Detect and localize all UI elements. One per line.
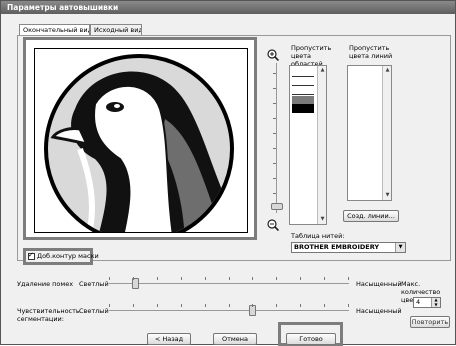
slider-tick (109, 277, 110, 280)
segmentation-sensitivity-slider[interactable] (109, 304, 349, 316)
slider-tick (229, 277, 230, 280)
slider-tick (133, 304, 134, 307)
slider-tick (252, 277, 253, 280)
slider-tick (181, 304, 182, 307)
checkbox-check-icon[interactable] (28, 250, 35, 261)
slider-tick (276, 277, 277, 280)
spin-arrows-icon[interactable]: ▲ ▼ (431, 297, 440, 307)
preview-image (34, 48, 248, 233)
thread-table-label: Таблица нитей: (291, 232, 345, 240)
slider-tick (324, 304, 325, 307)
slider-tick (205, 277, 206, 280)
slider-tick (229, 304, 230, 307)
slider-tick (348, 304, 349, 307)
skip-lines-label: Пропустить цвета линий (349, 44, 393, 60)
window-title: Параметры автовышивки (1, 1, 455, 14)
list-item[interactable] (292, 96, 314, 104)
noise-removal-label: Удаление помех (17, 280, 74, 288)
zoom-out-icon[interactable] (267, 219, 279, 231)
slider-tick (300, 304, 301, 307)
slider-tick (276, 304, 277, 307)
done-button[interactable]: Готово (286, 333, 336, 345)
slider-tick (205, 304, 206, 307)
scroll-down-icon[interactable]: ▼ (319, 216, 326, 223)
list-item[interactable] (292, 87, 314, 95)
zoom-slider[interactable] (270, 63, 284, 213)
retry-button[interactable]: Повторить (410, 316, 450, 328)
slider-tick (348, 277, 349, 280)
preview-highlight-frame (23, 37, 257, 240)
list-item[interactable] (292, 69, 314, 77)
mask-outline-checkbox[interactable]: Доб.контур маски (23, 248, 99, 265)
scroll-up-icon[interactable]: ▲ (319, 67, 326, 74)
max-colors-spinner[interactable]: 4 ▲ ▼ (413, 297, 441, 308)
penguin-image (44, 54, 234, 232)
back-button[interactable]: < Назад (147, 333, 191, 345)
zoom-slider-thumb[interactable] (271, 203, 283, 210)
area-colors-list[interactable]: ▲ ▼ (289, 65, 327, 225)
list-item[interactable] (292, 78, 314, 86)
slider-tick (300, 277, 301, 280)
sensitivity-min-label: Светлый (79, 307, 109, 315)
thread-table-value: BROTHER EMBROIDERY (294, 243, 380, 251)
chevron-down-icon[interactable]: ▼ (395, 243, 405, 252)
sensitivity-max-label: Насыщенный (356, 307, 402, 315)
noise-max-label: Насыщенный (356, 280, 402, 288)
mask-outline-label: Доб.контур маски (37, 252, 99, 260)
area-colors-scrollbar[interactable]: ▲ ▼ (317, 66, 326, 224)
sensitivity-label: Чувствительность сегментации: (17, 307, 80, 323)
line-colors-list[interactable]: ▲ ▼ (347, 65, 392, 201)
cancel-button[interactable]: Отмена (213, 333, 257, 345)
slider-tick (109, 304, 110, 307)
zoom-in-icon[interactable] (267, 49, 279, 61)
slider-tick (157, 304, 158, 307)
max-colors-value: 4 (416, 298, 421, 306)
slider-tick (252, 304, 253, 307)
line-colors-scrollbar[interactable]: ▲ ▼ (382, 66, 391, 200)
thread-table-select[interactable]: BROTHER EMBROIDERY ▼ (291, 242, 406, 253)
scroll-up-icon[interactable]: ▲ (384, 67, 391, 74)
slider-tick (133, 277, 134, 280)
scroll-down-icon[interactable]: ▼ (384, 192, 391, 199)
auto-punch-dialog: Параметры автовышивки Окончательный вид … (0, 0, 456, 346)
create-lines-button[interactable]: Созд. линии... (343, 210, 399, 222)
noise-removal-slider[interactable] (109, 277, 349, 289)
noise-min-label: Светлый (79, 280, 109, 288)
slider-tick (157, 277, 158, 280)
slider-tick (324, 277, 325, 280)
list-item[interactable] (292, 104, 314, 113)
slider-tick (181, 277, 182, 280)
